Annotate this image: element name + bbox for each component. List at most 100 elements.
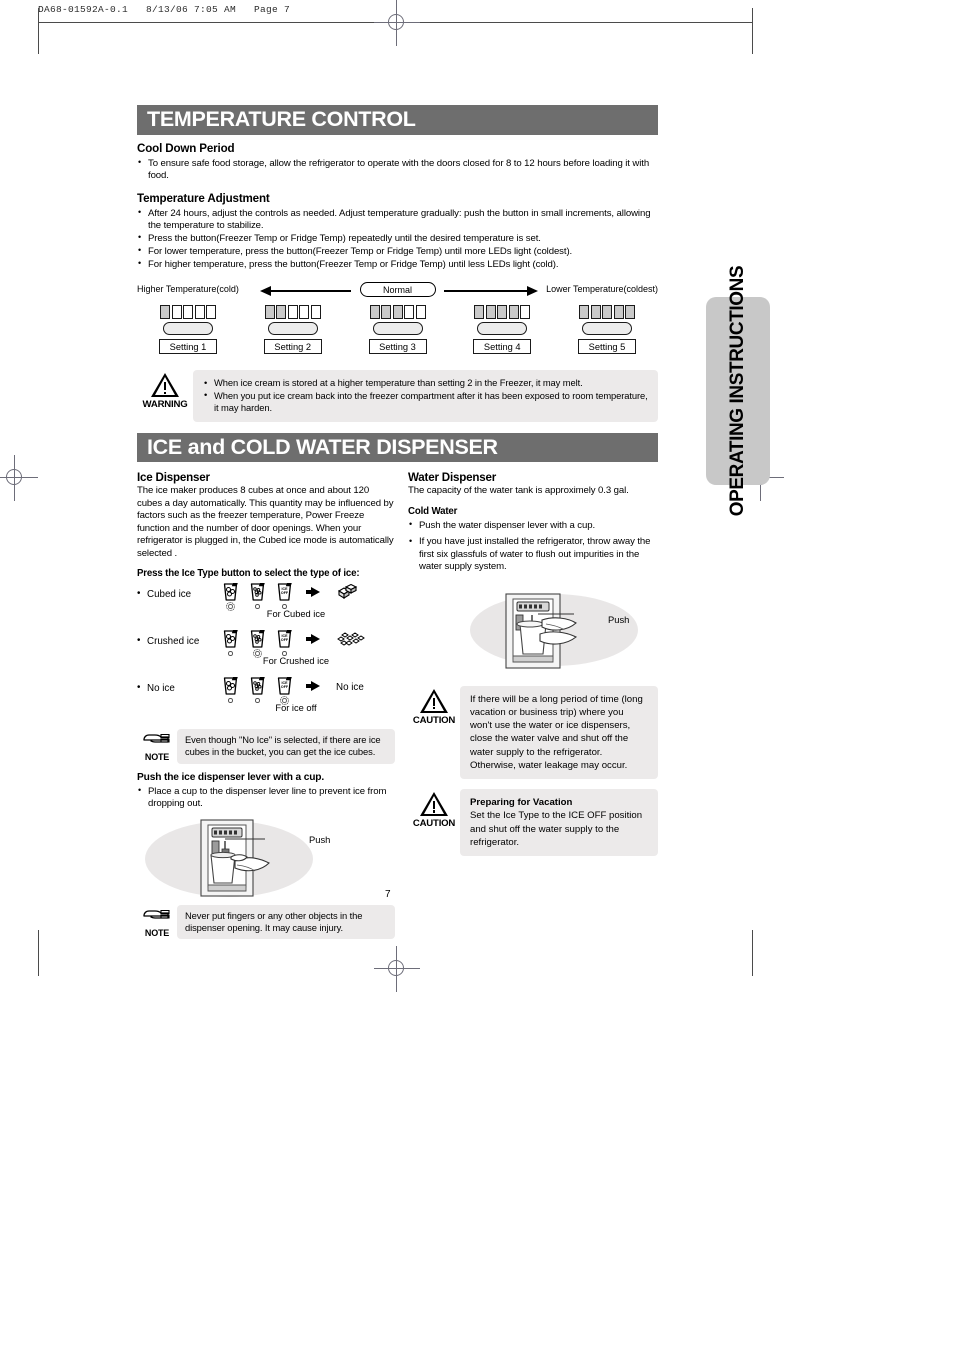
- crushed-ice-glass-icon: [249, 582, 266, 602]
- trim-mark-right-bottom: [752, 930, 753, 976]
- list-item: When ice cream is stored at a higher tem…: [203, 377, 648, 390]
- list-item: Push the water dispenser lever with a cu…: [408, 519, 658, 532]
- cubed-ice-glass-button[interactable]: [221, 629, 240, 656]
- caution-label: CAUTION: [412, 818, 456, 830]
- cubed-ice-glass-icon: [222, 629, 239, 649]
- caution-box-preparing-vacation: CAUTION Preparing for Vacation Set the I…: [408, 789, 658, 857]
- warning-triangle-icon: [151, 373, 179, 398]
- cold-water-bullets: Push the water dispenser lever with a cu…: [408, 519, 658, 574]
- temp-button[interactable]: [163, 322, 213, 336]
- setting-unit: Setting 2: [256, 305, 330, 355]
- heading-cold-water: Cold Water: [408, 505, 458, 517]
- svg-text:OFF: OFF: [281, 591, 289, 595]
- led-segment: [276, 305, 287, 320]
- cubed-ice-glass-button[interactable]: [221, 676, 240, 703]
- ice-dispenser-paragraph: The ice maker produces 8 cubes at once a…: [137, 485, 394, 559]
- water-dispenser-drawing: [505, 593, 578, 669]
- indicator-led-on: [280, 696, 289, 705]
- led-segment: [474, 305, 485, 320]
- setting-label: Setting 4: [473, 339, 532, 355]
- led-bar: [579, 305, 635, 320]
- crushed-ice-glass-button[interactable]: [248, 582, 267, 609]
- warning-box: WARNING When ice cream is stored at a hi…: [137, 370, 658, 422]
- led-segment: [369, 305, 380, 320]
- crushed-ice-glass-icon: [249, 629, 266, 649]
- note-box-no-ice: NOTE Even though "No Ice" is selected, i…: [137, 729, 395, 764]
- ice-type-label: No ice: [137, 676, 221, 694]
- ice-off-glass-button[interactable]: ICE OFF: [275, 582, 294, 609]
- registration-mark-left: [0, 455, 38, 501]
- indicator-led-off: [228, 698, 233, 703]
- heading-water-dispenser: Water Dispenser: [408, 471, 497, 485]
- led-segment: [310, 305, 321, 320]
- crushed-ice-glass-button[interactable]: [248, 676, 267, 703]
- caution-label: CAUTION: [412, 714, 456, 726]
- ice-off-glass-button[interactable]: ICE OFF: [275, 676, 294, 705]
- temp-button[interactable]: [582, 322, 632, 336]
- two-column-body: Ice Dispenser The ice maker produces 8 c…: [137, 471, 658, 940]
- heading-temperature-adjustment: Temperature Adjustment: [137, 191, 270, 205]
- led-segment: [520, 305, 531, 320]
- warning-body: When ice cream is stored at a higher tem…: [193, 370, 658, 422]
- prepress-header: DA68-01592A-0.1 8/13/06 7:05 AM Page 7: [38, 4, 291, 15]
- heading-push-ice-lever: Push the ice dispenser lever with a cup.: [137, 771, 325, 783]
- led-segment: [602, 305, 612, 320]
- temp-button[interactable]: [267, 322, 318, 336]
- setting-label: Setting 1: [159, 339, 217, 355]
- ice-type-row: Crushed ice ICEOFF For Crushed ice: [137, 629, 395, 673]
- led-segment: [485, 305, 496, 320]
- section-title-ice-cold-water-dispenser: ICE and COLD WATER DISPENSER: [137, 432, 658, 463]
- note-text: Never put fingers or any other objects i…: [177, 904, 395, 940]
- arrow-right-icon: [306, 676, 320, 692]
- setting-unit: Setting 3: [361, 305, 435, 355]
- led-segment: [613, 305, 624, 320]
- pointing-hand-icon: [143, 734, 170, 743]
- crushed-ice-glass-icon: [249, 676, 266, 696]
- water-dispenser-illustration: Push: [408, 590, 658, 676]
- arrow-right-icon: [527, 285, 538, 296]
- note-mark: NOTE: [137, 729, 177, 762]
- setting-unit: Setting 4: [465, 305, 539, 355]
- ice-type-caption: For Cubed ice: [266, 608, 326, 619]
- ice-lever-bullets: Place a cup to the dispenser lever line …: [137, 785, 395, 811]
- section-title-temperature-control: TEMPERATURE CONTROL: [137, 105, 658, 135]
- ice-type-rows: Cubed iceICEOFFFor Cubed iceCrushed iceI…: [137, 582, 395, 720]
- scale-label-lower: Lower Temperature(coldest): [546, 284, 658, 295]
- ice-type-row: No ice ICEOFF No ice For ice off: [137, 676, 395, 720]
- setting-label: Setting 3: [368, 339, 427, 355]
- registration-mark-bottom: [374, 946, 420, 992]
- ice-off-glass-icon: ICE OFF: [276, 676, 293, 696]
- caution-text: Set the Ice Type to the ICE OFF position…: [470, 810, 643, 848]
- setting-unit: Setting 5: [570, 305, 644, 355]
- temp-button[interactable]: [372, 322, 423, 336]
- caution-body: If there will be a long period of time (…: [460, 685, 658, 780]
- scale-label-normal: Normal: [359, 282, 436, 298]
- column-left: Ice Dispenser The ice maker produces 8 c…: [137, 471, 395, 940]
- cubed-ice-glass-button[interactable]: [221, 582, 240, 611]
- indicator-led-off: [228, 651, 233, 656]
- list-item: Place a cup to the dispenser lever line …: [137, 785, 395, 811]
- led-bar: [160, 305, 216, 320]
- pointing-hand-icon: [143, 909, 170, 919]
- ice-off-glass-button[interactable]: ICE OFF: [275, 629, 294, 656]
- warning-mark: WARNING: [137, 370, 193, 410]
- note-label: NOTE: [144, 927, 170, 938]
- water-dispenser-paragraph: The capacity of the water tank is approx…: [408, 485, 629, 497]
- list-item: After 24 hours, adjust the controls as n…: [137, 207, 658, 233]
- column-gutter: [395, 471, 408, 939]
- ice-off-glass-icon: ICE OFF: [276, 629, 293, 649]
- led-segment: [264, 305, 275, 320]
- led-segment: [625, 305, 635, 320]
- setting-label: Setting 5: [578, 339, 636, 355]
- cool-down-bullets: To ensure safe food storage, allow the r…: [137, 157, 658, 183]
- section-tab-operating-instructions: OPERATING INSTRUCTIONS: [706, 266, 770, 516]
- printed-page: DA68-01592A-0.1 8/13/06 7:05 AM Page 7 O…: [0, 0, 954, 1350]
- ice-type-caption: For Crushed ice: [262, 655, 330, 666]
- crushed-ice-glass-button[interactable]: [248, 629, 267, 658]
- caution-mark: CAUTION: [408, 686, 460, 726]
- temp-button[interactable]: [477, 322, 528, 336]
- cubed-ice-icon: [337, 584, 358, 600]
- list-item: To ensure safe food storage, allow the r…: [137, 157, 658, 183]
- page-content: TEMPERATURE CONTROL Cool Down Period To …: [137, 105, 658, 940]
- led-segment: [381, 305, 391, 320]
